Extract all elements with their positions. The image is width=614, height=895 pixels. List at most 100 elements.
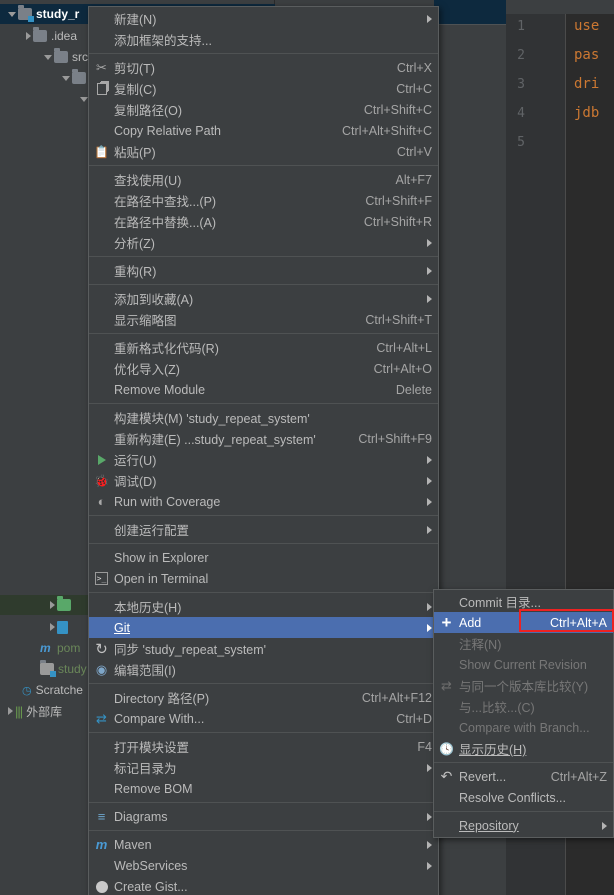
tree-item-label: Scratche	[35, 683, 83, 697]
chevron-down-icon[interactable]	[62, 75, 70, 81]
menu-item-copy-path[interactable]: 复制路径(O) Ctrl+Shift+C	[89, 99, 438, 120]
tree-item-test[interactable]	[0, 617, 88, 637]
menu-item-optimize-imports[interactable]: 优化导入(Z) Ctrl+Alt+O	[89, 358, 438, 379]
code-line: use	[574, 18, 600, 34]
menu-item-label: Remove Module	[114, 382, 206, 397]
menu-item-reformat-code[interactable]: 重新格式化代码(R) Ctrl+Alt+L	[89, 337, 438, 358]
menu-separator	[89, 53, 438, 54]
editor-tab-strip[interactable]	[434, 0, 506, 25]
menu-item-compare-with[interactable]: Compare With... Ctrl+D	[89, 708, 438, 729]
chevron-down-icon[interactable]	[8, 11, 16, 17]
git-menu-item-compare-with: 与...比较...(C)	[434, 696, 613, 717]
menu-item-webservices[interactable]: WebServices	[89, 855, 438, 876]
chevron-right-icon[interactable]	[8, 707, 13, 715]
menu-item-open-module-settings[interactable]: 打开模块设置 F4	[89, 736, 438, 757]
menu-item-label: 查找使用(U)	[114, 174, 182, 188]
menu-item-shortcut: Ctrl+Alt+O	[373, 361, 432, 376]
none-icon	[93, 102, 110, 118]
menu-item-analyze[interactable]: 分析(Z)	[89, 232, 438, 253]
menu-item-label: Compare With...	[114, 711, 205, 726]
menu-separator	[89, 802, 438, 803]
menu-item-find-usages[interactable]: 查找使用(U) Alt+F7	[89, 169, 438, 190]
git-menu-item-resolve-conflicts[interactable]: Resolve Conflicts...	[434, 787, 613, 808]
menu-item-diagrams[interactable]: Diagrams	[89, 806, 438, 827]
menu-item-label: 在路径中查找...(P)	[114, 195, 217, 209]
git-submenu[interactable]: Commit 目录... Add Ctrl+Alt+A 注释(N) Show C…	[433, 589, 614, 838]
menu-item-copy-relative-path[interactable]: Copy Relative Path Ctrl+Alt+Shift+C	[89, 120, 438, 141]
menu-item-shortcut: Ctrl+Shift+T	[365, 312, 432, 327]
none-icon	[93, 32, 110, 48]
menu-item-find-in-path[interactable]: 在路径中查找...(P) Ctrl+Shift+F	[89, 190, 438, 211]
tree-item-scratches[interactable]: ◷ Scratche	[0, 680, 88, 700]
menu-item-add-to-favorites[interactable]: 添加到收藏(A)	[89, 288, 438, 309]
menu-item-debug[interactable]: 调试(D)	[89, 470, 438, 491]
tree-item-pom[interactable]: m pom	[0, 638, 88, 658]
menu-separator	[89, 592, 438, 593]
menu-item-create-run-configuration[interactable]: 创建运行配置	[89, 519, 438, 540]
menu-item-rebuild-module[interactable]: 重新构建(E) ...study_repeat_system' Ctrl+Shi…	[89, 428, 438, 449]
menu-item-build-module[interactable]: 构建模块(M) 'study_repeat_system'	[89, 407, 438, 428]
chevron-right-icon[interactable]	[50, 601, 55, 609]
menu-item-mark-directory-as[interactable]: 标记目录为	[89, 757, 438, 778]
chevron-down-icon[interactable]	[44, 54, 52, 60]
chevron-right-icon[interactable]	[26, 32, 31, 40]
menu-item-label: Diagrams	[114, 809, 168, 824]
none-icon	[93, 739, 110, 755]
git-menu-item-revert[interactable]: Revert... Ctrl+Alt+Z	[434, 766, 613, 787]
tree-item-resources[interactable]	[0, 595, 88, 615]
git-menu-item-show-history[interactable]: 显示历史(H)	[434, 738, 613, 759]
none-icon	[93, 550, 110, 566]
menu-item-refactor[interactable]: 重构(R)	[89, 260, 438, 281]
menu-item-show-image-thumbnails[interactable]: 显示缩略图 Ctrl+Shift+T	[89, 309, 438, 330]
tree-item-module-iml[interactable]: study	[0, 659, 88, 679]
menu-item-label: Copy Relative Path	[114, 123, 222, 138]
menu-item-open-in-terminal[interactable]: Open in Terminal	[89, 568, 438, 589]
menu-item-edit-scopes[interactable]: 编辑范围(I)	[89, 659, 438, 680]
tree-item-external-libraries[interactable]: ||| 外部库	[0, 701, 88, 721]
diagrams-icon	[93, 809, 110, 825]
chevron-right-icon[interactable]	[50, 623, 55, 631]
chevron-down-icon[interactable]	[80, 96, 88, 102]
chevron-right-icon	[427, 602, 432, 611]
menu-separator	[89, 333, 438, 334]
git-menu-item-repository[interactable]: Repository	[434, 815, 613, 836]
menu-item-create-gist[interactable]: Create Gist...	[89, 876, 438, 895]
menu-separator	[89, 403, 438, 404]
scope-icon	[93, 662, 110, 678]
menu-item-maven[interactable]: Maven	[89, 834, 438, 855]
menu-item-label: 同步 'study_repeat_system'	[114, 643, 267, 657]
menu-item-directory-path[interactable]: Directory 路径(P) Ctrl+Alt+F12	[89, 687, 438, 708]
menu-item-shortcut: Ctrl+V	[396, 144, 432, 159]
line-number: 2	[517, 48, 525, 63]
menu-item-local-history[interactable]: 本地历史(H)	[89, 596, 438, 617]
none-icon	[438, 594, 455, 610]
menu-item-show-in-explorer[interactable]: Show in Explorer	[89, 547, 438, 568]
menu-item-remove-module[interactable]: Remove Module Delete	[89, 379, 438, 400]
none-icon	[438, 720, 455, 736]
menu-item-synchronize[interactable]: 同步 'study_repeat_system'	[89, 638, 438, 659]
project-context-menu[interactable]: 新建(N) 添加框架的支持... 剪切(T) Ctrl+X 复制(C) Ctrl…	[88, 6, 439, 895]
menu-item-remove-bom[interactable]: Remove BOM	[89, 778, 438, 799]
git-menu-item-commit-directory[interactable]: Commit 目录...	[434, 591, 613, 612]
git-menu-item-add[interactable]: Add Ctrl+Alt+A	[434, 612, 613, 633]
library-icon: |||	[15, 703, 23, 719]
menu-item-cut[interactable]: 剪切(T) Ctrl+X	[89, 57, 438, 78]
chevron-right-icon	[427, 266, 432, 275]
menu-item-run[interactable]: 运行(U)	[89, 449, 438, 470]
menu-separator	[434, 811, 613, 812]
none-icon	[93, 760, 110, 776]
menu-item-replace-in-path[interactable]: 在路径中替换...(A) Ctrl+Shift+R	[89, 211, 438, 232]
menu-item-shortcut: Ctrl+Alt+F12	[361, 690, 432, 705]
menu-item-copy[interactable]: 复制(C) Ctrl+C	[89, 78, 438, 99]
menu-item-paste[interactable]: 粘贴(P) Ctrl+V	[89, 141, 438, 162]
none-icon	[438, 818, 455, 834]
code-line: pas	[574, 47, 600, 63]
menu-item-run-with-coverage[interactable]: Run with Coverage	[89, 491, 438, 512]
menu-item-git[interactable]: Git	[89, 617, 438, 638]
none-icon	[438, 636, 455, 652]
menu-item-label: 新建(N)	[114, 13, 157, 27]
menu-item-add-framework-support[interactable]: 添加框架的支持...	[89, 29, 438, 50]
menu-item-new[interactable]: 新建(N)	[89, 8, 438, 29]
none-icon	[93, 172, 110, 188]
none-icon	[93, 361, 110, 377]
